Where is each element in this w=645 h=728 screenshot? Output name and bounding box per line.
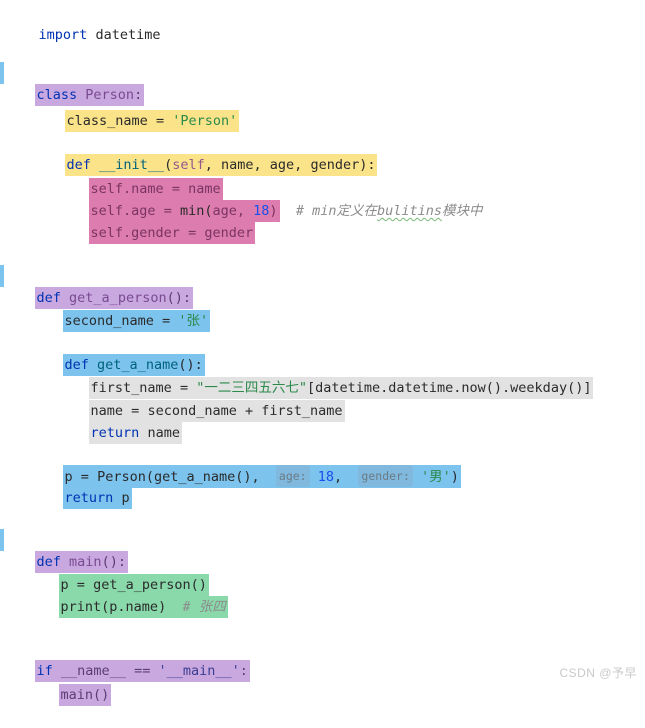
token-datetime-module: datetime bbox=[95, 27, 161, 43]
code-run: return name bbox=[88, 422, 182, 444]
csdn-watermark: CSDN @予早 bbox=[559, 666, 637, 680]
token-age-literal: 18 bbox=[317, 469, 335, 485]
token-paren-close-colon: ): bbox=[359, 157, 376, 173]
code-line-name-main-guard: if __name__ == '__main__': bbox=[0, 638, 250, 682]
token-person-string: 'Person' bbox=[172, 113, 238, 129]
token-gender-param: gender bbox=[310, 157, 360, 173]
token-p-name-attr: p.name bbox=[109, 599, 159, 615]
code-line-return-p: return p bbox=[0, 465, 132, 509]
token-equality-operator: == bbox=[134, 663, 151, 679]
code-run: return p bbox=[62, 487, 132, 509]
token-class-name-var: class_name bbox=[66, 113, 148, 129]
token-comma: , bbox=[334, 469, 343, 485]
comment-prefix: # min定义在 bbox=[295, 203, 377, 219]
code-line-self-name: self.name = name bbox=[0, 156, 223, 200]
token-male-string: '男' bbox=[421, 469, 451, 485]
token-name-param: name bbox=[221, 157, 254, 173]
comment-typo-bulitins: bulitins bbox=[376, 203, 442, 219]
code-run: second_name = '张' bbox=[62, 310, 211, 332]
code-line-self-gender: self.gender = gender bbox=[0, 200, 256, 244]
code-comment-zhangsi: # 张四 bbox=[182, 599, 226, 615]
code-line-name-concat: name = second_name + first_name bbox=[0, 378, 345, 422]
code-line-main-call: main() bbox=[0, 662, 112, 706]
token-return-keyword: return bbox=[90, 425, 140, 441]
code-line-return-name: return name bbox=[0, 400, 182, 444]
token-p-var: p bbox=[121, 490, 130, 506]
token-colon: : bbox=[239, 663, 248, 679]
token-paren-close: ) bbox=[450, 469, 459, 485]
token-zhang-string: '张' bbox=[178, 313, 209, 329]
code-editor-canvas: import datetime class Person: class_name… bbox=[0, 0, 645, 706]
token-equals: = bbox=[188, 225, 197, 241]
code-run: import datetime bbox=[37, 24, 163, 46]
token-eighteen-literal: 18 bbox=[253, 203, 270, 219]
token-second-name-var: second_name bbox=[64, 313, 154, 329]
token-age-param: age bbox=[269, 157, 295, 173]
token-dunder-main-string: '__main__' bbox=[158, 663, 240, 679]
token-name-var: name bbox=[147, 425, 180, 441]
code-line-class-name-attr: class_name = 'Person' bbox=[0, 88, 240, 132]
token-paren-close: ) bbox=[269, 203, 278, 219]
token-comma: , bbox=[253, 157, 270, 173]
token-return-keyword: return bbox=[64, 490, 114, 506]
token-equals: = bbox=[162, 313, 171, 329]
code-line-import: import datetime bbox=[0, 2, 162, 43]
code-line-p-assign: p = get_a_person() bbox=[0, 552, 209, 596]
code-run: print(p.name) # 张四 bbox=[58, 596, 228, 618]
code-line-class-person: class Person: bbox=[0, 62, 145, 106]
token-weekday-index-expr: [datetime.datetime.now().weekday()] bbox=[306, 380, 592, 396]
token-import-keyword: import bbox=[38, 27, 88, 43]
code-line-second-name: second_name = '张' bbox=[0, 288, 211, 332]
code-run: self.gender = gender bbox=[88, 222, 256, 244]
code-line-get-a-person-def: def get_a_person(): bbox=[0, 265, 193, 309]
token-main-call: main() bbox=[60, 687, 110, 703]
code-run: class_name = 'Person' bbox=[64, 110, 240, 132]
code-line-init-def: def __init__(self, name, age, gender): bbox=[0, 132, 378, 176]
token-self-gender-attr: self.gender bbox=[90, 225, 180, 241]
code-line-self-age: self.age = min(age, 18) # min定义在bulitins… bbox=[0, 178, 482, 222]
code-run: main() bbox=[58, 684, 112, 706]
comment-suffix: 模块中 bbox=[441, 203, 483, 219]
code-line-get-a-name-def: def get_a_name(): bbox=[0, 332, 205, 376]
code-line-first-name: first_name = "一二三四五六七"[datetime.datetime… bbox=[0, 355, 594, 399]
token-comma: , bbox=[294, 157, 311, 173]
token-equals: = bbox=[155, 113, 165, 129]
inlay-hint-gender: gender: bbox=[358, 465, 413, 487]
code-line-person-construct: p = Person(get_a_name(), age: 18, gender… bbox=[0, 443, 461, 488]
token-print-call: print bbox=[60, 599, 102, 615]
code-line-main-def: def main(): bbox=[0, 529, 128, 573]
token-gender-value: gender bbox=[204, 225, 254, 241]
code-line-print: print(p.name) # 张四 bbox=[0, 574, 228, 618]
token-paren-close: ) bbox=[158, 599, 167, 615]
inlay-hint-age: age: bbox=[275, 465, 310, 487]
code-comment-min: # min定义在bulitins模块中 bbox=[280, 203, 483, 219]
